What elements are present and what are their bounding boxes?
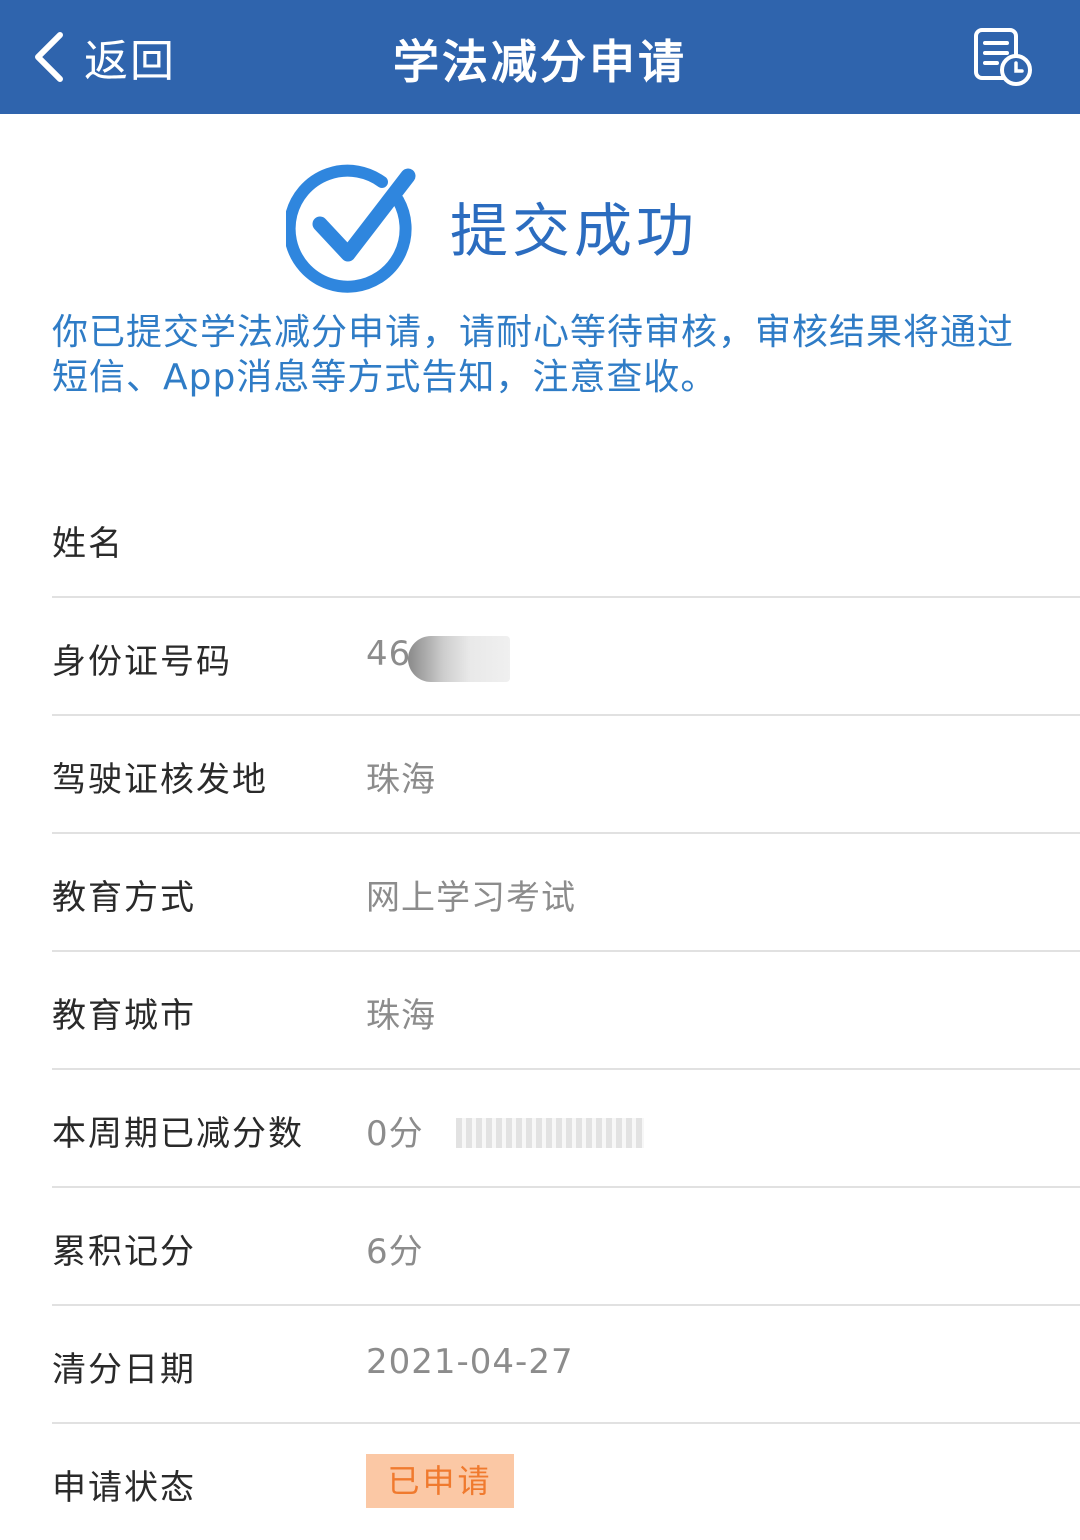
status-label: 申请状态: [52, 1468, 196, 1508]
id-number-label: 身份证号码: [52, 642, 232, 682]
accumulated-value: 6分: [366, 1232, 424, 1272]
clear-date-value: 2021-04-27: [366, 1342, 574, 1382]
success-banner: 提交成功: [286, 158, 698, 294]
id-number-value: 46: [366, 634, 412, 674]
deducted-value: 0分: [366, 1114, 424, 1154]
accumulated-label: 累积记分: [52, 1232, 196, 1272]
detail-row-license-place: 驾驶证核发地 珠海: [52, 716, 1080, 834]
status-badge: 已申请: [366, 1454, 514, 1508]
notice-message: 你已提交学法减分申请，请耐心等待审核，审核结果将通过短信、App消息等方式告知，…: [52, 312, 1015, 398]
detail-row-clear-date: 清分日期 2021-04-27: [52, 1306, 1080, 1424]
nav-bar: 返回 学法减分申请: [0, 0, 1080, 114]
detail-row-edu-method: 教育方式 网上学习考试: [52, 834, 1080, 952]
deducted-label: 本周期已减分数: [52, 1114, 304, 1154]
edu-method-value: 网上学习考试: [366, 878, 576, 918]
name-label: 姓名: [52, 524, 124, 564]
check-circle-icon: [286, 164, 416, 293]
privacy-mask: [456, 1118, 644, 1148]
detail-row-deducted: 本周期已减分数 0分: [52, 1070, 1080, 1188]
document-clock-icon: [974, 28, 1032, 86]
edu-city-label: 教育城市: [52, 996, 196, 1036]
page-title: 学法减分申请: [393, 35, 687, 89]
privacy-mask: [408, 636, 510, 682]
detail-row-edu-city: 教育城市 珠海: [52, 952, 1080, 1070]
records-button[interactable]: [972, 26, 1034, 88]
license-place-value: 珠海: [366, 760, 436, 800]
edu-city-value: 珠海: [366, 996, 436, 1036]
detail-row-status: 申请状态 已申请: [52, 1424, 1080, 1540]
detail-row-id-number: 身份证号码 46: [52, 598, 1080, 716]
detail-row-name: 姓名: [52, 480, 1080, 598]
license-place-label: 驾驶证核发地: [52, 760, 268, 800]
clear-date-label: 清分日期: [52, 1350, 196, 1390]
success-title: 提交成功: [450, 197, 699, 265]
application-details: 姓名 身份证号码 46 驾驶证核发地 珠海 教育方式 网上学习考试 教育城市 珠…: [0, 480, 1080, 1540]
detail-row-accumulated: 累积记分 6分: [52, 1188, 1080, 1306]
edu-method-label: 教育方式: [52, 878, 196, 918]
